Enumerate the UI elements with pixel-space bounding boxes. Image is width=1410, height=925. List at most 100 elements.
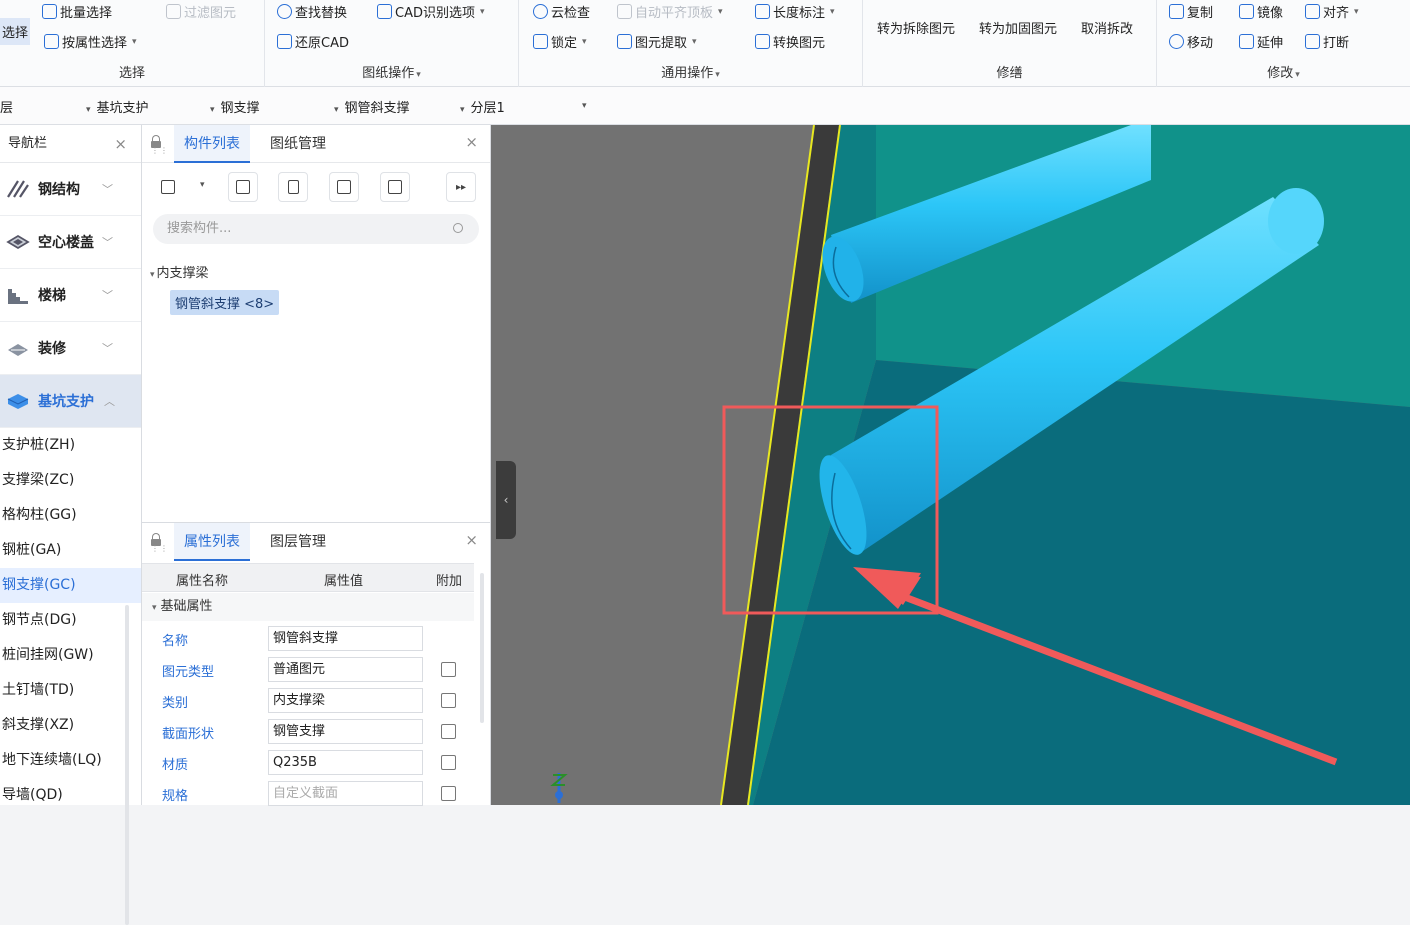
nav-category-decoration[interactable]: 装修 ﹀ <box>0 322 141 375</box>
nav-item[interactable]: 桩间挂网(GW) <box>0 638 141 673</box>
nav-item[interactable]: 支撑梁(ZC) <box>0 463 141 498</box>
nav-category-steel[interactable]: 钢结构 ﹀ <box>0 163 141 216</box>
chevron-down-icon[interactable]: ▾ <box>715 70 720 80</box>
property-value-input[interactable]: 钢管斜支撑 <box>268 626 423 651</box>
chevron-up-icon: ︿ <box>104 395 115 408</box>
ribbon-group-repair: 转为拆除图元 转为加固图元 取消拆改 修缮 <box>863 0 1157 87</box>
search-icon <box>453 223 463 233</box>
property-value-input[interactable]: 钢管支撑 <box>268 719 423 744</box>
ribbon-group-modify: 复制 镜像 对齐 ▾ 移动 延伸 打断 修改 ▾ <box>1157 0 1410 87</box>
component-list-panel: ⋮⋮ 构件列表 图纸管理 × ▾ ▸▸ 搜索构件... ▾ 内支撑梁 钢管斜支撑 … <box>142 125 491 522</box>
tree-group[interactable]: ▾ 内支撑梁 <box>150 262 209 282</box>
pin-icon[interactable]: ⋮⋮ <box>151 533 168 553</box>
mirror-button[interactable]: 镜像 <box>1239 2 1283 21</box>
property-value-input[interactable]: 普通图元 <box>268 657 423 682</box>
nav-item[interactable]: 钢节点(DG) <box>0 603 141 638</box>
property-table-header: 属性名称 属性值 附加 <box>142 563 474 592</box>
cad-options-button[interactable]: CAD识别选项 ▾ <box>377 2 485 21</box>
lock-button[interactable]: 锁定 ▾ <box>533 32 587 51</box>
nav-category-hollow-floor[interactable]: 空心楼盖 ﹀ <box>0 216 141 269</box>
extract-elements-button[interactable]: 图元提取 ▾ <box>617 32 697 51</box>
close-icon[interactable]: × <box>465 133 478 151</box>
extra-checkbox[interactable] <box>441 662 456 677</box>
chevron-down-icon: ▾ <box>1354 6 1359 17</box>
extend-icon <box>1239 34 1254 49</box>
nav-category-stairs[interactable]: 楼梯 ﹀ <box>0 269 141 322</box>
tab-component-list[interactable]: 构件列表 <box>174 125 250 163</box>
chevron-down-icon: ﹀ <box>102 183 113 196</box>
nav-item[interactable]: 支护桩(ZH) <box>0 428 141 463</box>
copy-component-button[interactable] <box>228 172 258 202</box>
property-section[interactable]: ▾ 基础属性 <box>142 593 474 621</box>
property-scrollbar[interactable] <box>480 573 484 723</box>
cloud-check-button[interactable]: 云检查 <box>533 2 590 21</box>
restore-cad-button[interactable]: 还原CAD <box>277 32 349 51</box>
chevron-down-icon: ▾ <box>86 105 91 115</box>
nav-item[interactable]: 钢桩(GA) <box>0 533 141 568</box>
3d-viewport[interactable] <box>491 125 1410 805</box>
collapse-panel-handle[interactable]: ‹ <box>496 461 516 539</box>
attribute-select-icon <box>44 34 59 49</box>
to-reinforce-button[interactable]: 转为加固图元 <box>979 18 1057 37</box>
nav-item[interactable]: 土钉墙(TD) <box>0 673 141 708</box>
nav-item[interactable]: 格构柱(GG) <box>0 498 141 533</box>
property-value-input[interactable]: Q235B <box>268 750 423 775</box>
more-button[interactable]: ▸▸ <box>446 172 476 202</box>
layer-dropdown-arrow[interactable]: ▾ <box>582 97 593 112</box>
ribbon-group-title: 修改 ▾ <box>1267 66 1300 81</box>
nav-category-excavation-support[interactable]: 基坑支护 ︿ <box>0 375 141 428</box>
delete-component-button[interactable] <box>278 172 308 202</box>
move-button[interactable]: 移动 <box>1169 32 1213 51</box>
property-value-input[interactable]: 内支撑梁 <box>268 688 423 713</box>
tab-drawing-management[interactable]: 图纸管理 <box>270 125 326 163</box>
tree-item-selected[interactable]: 钢管斜支撑 <8> <box>170 290 280 315</box>
auto-align-button[interactable]: 自动平齐顶板 ▾ <box>617 2 723 21</box>
tab-layer-management[interactable]: 图层管理 <box>270 523 326 561</box>
ribbon-group-title: 选择 <box>118 66 145 81</box>
type-select[interactable]: ▾ 钢支撑 <box>210 97 260 116</box>
extra-checkbox[interactable] <box>441 786 456 801</box>
select-by-attribute-button[interactable]: 按属性选择 ▾ <box>44 32 137 51</box>
batch-select-button[interactable]: 批量选择 <box>42 2 112 21</box>
floor-select[interactable]: 层 <box>0 97 13 116</box>
convert-elements-button[interactable]: 转换图元 <box>755 32 825 51</box>
new-component-button[interactable] <box>156 172 180 202</box>
chevron-down-icon[interactable]: ▾ <box>1295 70 1300 80</box>
save-template-button[interactable] <box>380 172 410 202</box>
filter-elements-button[interactable]: 过滤图元 <box>166 2 236 21</box>
component-select[interactable]: ▾ 钢管斜支撑 <box>334 97 410 116</box>
extra-checkbox[interactable] <box>441 724 456 739</box>
to-remove-button[interactable]: 转为拆除图元 <box>877 18 955 37</box>
search-input[interactable]: 搜索构件... <box>153 214 479 244</box>
header-extra: 附加 <box>436 574 463 589</box>
length-dimension-button[interactable]: 长度标注 ▾ <box>755 2 835 21</box>
nav-scrollbar[interactable] <box>125 605 129 925</box>
pipe-end-cap <box>1268 188 1324 254</box>
nav-item-active[interactable]: 钢支撑(GC) <box>0 568 141 603</box>
layer-copy-button[interactable] <box>329 172 359 202</box>
chevron-down-icon[interactable]: ▾ <box>200 180 205 190</box>
find-replace-button[interactable]: 查找替换 <box>277 2 347 21</box>
nav-item[interactable]: 斜支撑(XZ) <box>0 708 141 743</box>
ribbon-group-select: 选择 批量选择 过滤图元 按属性选择 ▾ 选择 <box>0 0 265 87</box>
nav-item[interactable]: 导墙(QD) <box>0 778 141 813</box>
nav-item[interactable]: 地下连续墙(LQ) <box>0 743 141 778</box>
align-button[interactable]: 对齐 ▾ <box>1305 2 1359 21</box>
property-row: 截面形状 钢管支撑 <box>142 716 474 747</box>
tab-property-list[interactable]: 属性列表 <box>174 523 250 561</box>
close-icon[interactable]: × <box>114 125 127 163</box>
cancel-alteration-button[interactable]: 取消拆改 <box>1081 18 1133 37</box>
layer-select[interactable]: ▾ 分层1 <box>460 97 505 116</box>
extra-checkbox[interactable] <box>441 755 456 770</box>
extend-button[interactable]: 延伸 <box>1239 32 1283 51</box>
pin-icon[interactable]: ⋮⋮ <box>151 135 168 155</box>
category-select[interactable]: ▾ 基坑支护 <box>86 97 149 116</box>
close-icon[interactable]: × <box>465 531 478 549</box>
property-value-input[interactable]: 自定义截面 <box>268 781 423 806</box>
break-button[interactable]: 打断 <box>1305 32 1349 51</box>
extra-checkbox[interactable] <box>441 693 456 708</box>
select-button[interactable]: 选择 <box>0 18 31 45</box>
chevron-down-icon[interactable]: ▾ <box>416 70 421 80</box>
copy-button[interactable]: 复制 <box>1169 2 1213 21</box>
decoration-icon <box>8 344 28 356</box>
